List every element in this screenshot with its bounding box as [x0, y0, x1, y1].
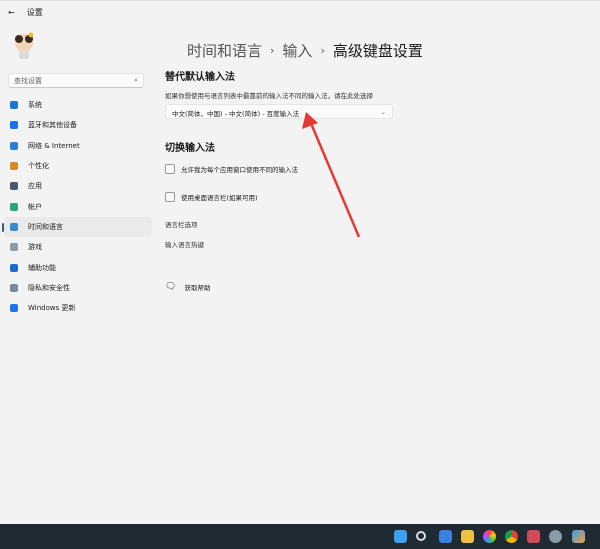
search-icon: ⌕: [134, 76, 138, 84]
chevron-right-icon: ›: [270, 44, 275, 57]
dropdown-value: 中文(简体，中国) - 中文(简体) - 百度输入法: [172, 110, 300, 118]
file-explorer-icon[interactable]: [461, 530, 474, 543]
input-language-hotkeys-link[interactable]: 输入语言热键: [165, 239, 204, 249]
window-title: 设置: [26, 8, 43, 17]
bluetooth-icon: [10, 121, 18, 130]
wifi-icon: [10, 141, 18, 150]
sidebar-item-label: 隐私和安全性: [28, 283, 70, 292]
get-help-link[interactable]: 🗨 获取帮助: [165, 282, 210, 292]
sidebar-item[interactable]: 系统: [4, 95, 152, 115]
checkbox-box[interactable]: [165, 164, 175, 174]
breadcrumb-item-input[interactable]: 输入: [282, 40, 312, 61]
update-icon: [10, 304, 18, 313]
title-bar: ← 设置: [8, 7, 43, 18]
sidebar-item[interactable]: Windows 更新: [4, 298, 152, 318]
colorful-app-icon[interactable]: [483, 530, 496, 543]
page-title: 高级键盘设置: [332, 42, 423, 60]
default-ime-dropdown[interactable]: 中文(简体，中国) - 中文(简体) - 百度输入法 ⌄: [165, 104, 393, 119]
breadcrumb-item-time-language[interactable]: 时间和语言: [187, 40, 262, 61]
help-icon: 🗨: [165, 282, 177, 292]
back-arrow-icon[interactable]: ←: [8, 8, 15, 17]
sidebar-item-label: 蓝牙和其他设备: [28, 121, 77, 130]
shield-icon: [10, 283, 18, 292]
sidebar-nav: 系统蓝牙和其他设备 网络 & Internet 个性化应用帐户时间和语言游戏辅助功能…: [0, 95, 152, 318]
apps-icon: [10, 182, 18, 191]
sidebar-item[interactable]: 网络 & Internet: [4, 136, 152, 156]
sidebar-item-label: Windows 更新: [28, 304, 76, 313]
person-icon: [10, 202, 18, 211]
sidebar-item[interactable]: 蓝牙和其他设备: [4, 115, 152, 135]
breadcrumb: 时间和语言 › 输入 › 高级键盘设置: [187, 40, 423, 61]
checkbox-label: 允许我为每个应用窗口使用不同的输入法: [181, 166, 298, 174]
checkbox-label: 使用桌面语言栏(如果可用): [181, 194, 258, 202]
language-bar-options-link[interactable]: 语言栏选项: [165, 219, 198, 229]
taskbar: [0, 524, 600, 549]
search-icon[interactable]: [416, 531, 426, 541]
sidebar-item-label: 应用: [28, 182, 42, 191]
chevron-right-icon: ›: [320, 44, 325, 57]
settings-icon[interactable]: [549, 530, 562, 543]
sidebar-item-label: 游戏: [28, 243, 42, 252]
section-description: 如果你想使用与语言列表中最靠前的输入法不同的输入法，请在此处选择: [165, 92, 373, 100]
chrome-icon[interactable]: [505, 530, 518, 543]
sidebar-item[interactable]: 隐私和安全性: [4, 278, 152, 298]
checkbox-box[interactable]: [165, 192, 175, 202]
help-label: 获取帮助: [184, 284, 211, 292]
section-title-default-ime: 替代默认输入法: [165, 72, 235, 83]
section-title-switch-ime: 切换输入法: [165, 143, 215, 154]
chevron-down-icon: ⌄: [380, 108, 386, 116]
sidebar-item[interactable]: 时间和语言: [2, 216, 152, 238]
sidebar-item[interactable]: 个性化: [4, 156, 152, 176]
app-icon[interactable]: [527, 530, 540, 543]
paint-icon[interactable]: [572, 530, 585, 543]
globe-clock-icon: [10, 222, 18, 231]
sidebar-item-label: 网络 & Internet: [28, 141, 80, 150]
desktop-language-bar-checkbox[interactable]: 使用桌面语言栏(如果可用): [165, 192, 258, 202]
windows-start-icon[interactable]: [394, 530, 407, 543]
sidebar-item-label: 帐户: [28, 202, 42, 211]
widgets-icon[interactable]: [439, 530, 452, 543]
sidebar-item-label: 辅助功能: [28, 263, 56, 272]
settings-window: ← 设置 查找设置 ⌕ 系统蓝牙和其他设备 网络 & Internet 个性化应用帐…: [0, 0, 600, 524]
sidebar-item[interactable]: 应用: [4, 176, 152, 196]
search-placeholder: 查找设置: [14, 77, 42, 85]
sidebar-item[interactable]: 辅助功能: [4, 257, 152, 277]
monitor-icon: [10, 101, 18, 110]
sidebar-item[interactable]: 帐户: [4, 196, 152, 216]
sidebar-item-label: 时间和语言: [28, 222, 63, 231]
avatar[interactable]: [10, 31, 38, 61]
sidebar-item-label: 系统: [28, 101, 42, 110]
gamepad-icon: [10, 243, 18, 252]
arrow-line: [308, 120, 361, 238]
brush-icon: [10, 162, 18, 171]
sidebar-item-label: 个性化: [28, 162, 49, 171]
accessibility-icon: [10, 263, 18, 272]
per-app-ime-checkbox[interactable]: 允许我为每个应用窗口使用不同的输入法: [165, 164, 298, 174]
search-input[interactable]: 查找设置 ⌕: [8, 73, 144, 88]
sidebar-item[interactable]: 游戏: [4, 237, 152, 257]
